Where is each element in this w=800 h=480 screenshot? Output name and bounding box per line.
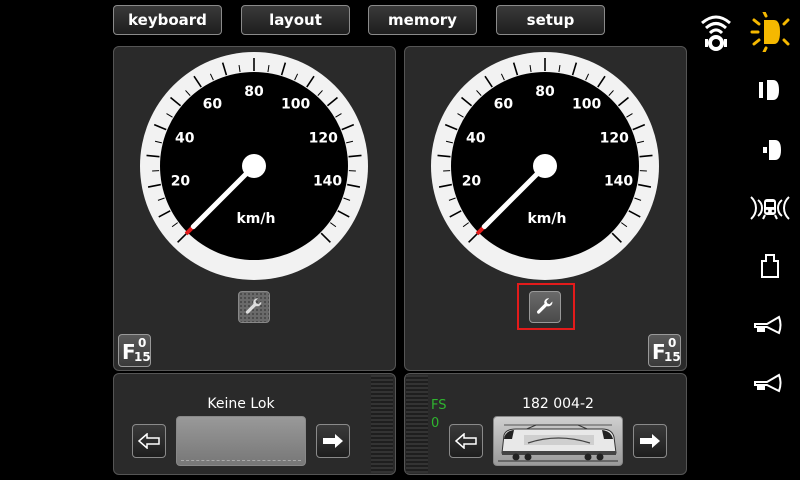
arrow-right-icon	[640, 434, 660, 448]
wrench-icon	[245, 298, 262, 314]
right-loco-name: 182 004-2	[522, 396, 594, 412]
sound-toggle[interactable]	[746, 188, 794, 228]
layout-button[interactable]: layout	[241, 5, 350, 35]
fs-label: FS	[431, 398, 447, 413]
right-loco-next-button[interactable]	[633, 424, 667, 458]
rear-light-toggle[interactable]	[750, 132, 794, 168]
gauge-tick-label: 120	[309, 130, 338, 146]
left-loco-prev-button[interactable]	[132, 424, 166, 458]
arrow-right-icon	[323, 434, 343, 448]
arrow-left-icon	[455, 433, 477, 449]
f-range-start: 0	[138, 336, 147, 350]
keyboard-button[interactable]: keyboard	[113, 5, 222, 35]
coupler-toggle[interactable]	[750, 248, 790, 284]
gauge-tick-label: 80	[244, 84, 264, 100]
horn-low-toggle[interactable]	[746, 366, 790, 400]
left-speed-meter	[371, 375, 393, 473]
gauge-unit-label: km/h	[528, 211, 567, 227]
light-toggle[interactable]	[748, 12, 792, 52]
right-speed-meter	[406, 375, 428, 473]
gauge-tick-label: 40	[466, 130, 486, 146]
f-range-start: 0	[668, 336, 677, 350]
right-loco-image[interactable]	[493, 416, 623, 466]
left-speedometer: 20 40 60 80 100 120 140 km/h	[140, 52, 368, 280]
gauge-tick-label: 140	[313, 174, 342, 190]
sound-icon	[750, 196, 790, 220]
f-range-end: 15	[134, 350, 151, 364]
right-loco-prev-button[interactable]	[449, 424, 483, 458]
gauge-tick-label: 20	[462, 174, 482, 190]
horn-high-toggle[interactable]	[746, 308, 790, 342]
locomotive-icon	[498, 424, 618, 462]
headlight-toggle[interactable]	[748, 72, 792, 108]
right-function-keys-button[interactable]: F 0 15	[648, 334, 681, 367]
left-loco-next-button[interactable]	[316, 424, 350, 458]
gauge-unit-label: km/h	[237, 211, 276, 227]
gauge-tick-label: 100	[281, 97, 310, 113]
f-range-end: 15	[664, 350, 681, 364]
setup-button[interactable]: setup	[496, 5, 605, 35]
horn-high-icon	[754, 315, 782, 335]
gauge-tick-label: 120	[600, 130, 629, 146]
right-speedometer: 20 40 60 80 100 120 140 km/h	[431, 52, 659, 280]
gauge-tick-label: 60	[203, 97, 223, 113]
gauge-tick-label: 60	[494, 97, 514, 113]
fs-value: 0	[431, 416, 440, 431]
wrench-icon	[536, 298, 553, 314]
right-settings-button[interactable]	[529, 291, 561, 323]
gauge-hub	[533, 154, 557, 178]
gauge-tick-label: 20	[171, 174, 191, 190]
gauge-tick-label: 40	[175, 130, 195, 146]
gauge-tick-label: 100	[572, 97, 601, 113]
wifi-icon	[701, 15, 731, 51]
wifi-status-button[interactable]	[694, 10, 738, 54]
light-icon	[750, 12, 790, 52]
left-loco-image-empty[interactable]	[176, 416, 306, 466]
left-function-keys-button[interactable]: F 0 15	[118, 334, 151, 367]
gauge-tick-label: 140	[604, 174, 633, 190]
arrow-left-icon	[138, 433, 160, 449]
left-loco-name: Keine Lok	[207, 396, 275, 412]
horn-low-icon	[754, 373, 782, 393]
gauge-hub	[242, 154, 266, 178]
left-settings-button[interactable]	[238, 291, 270, 323]
coupler-icon	[761, 254, 779, 278]
gauge-tick-label: 80	[535, 84, 555, 100]
memory-button[interactable]: memory	[368, 5, 477, 35]
headlight-icon	[759, 80, 779, 100]
rear-light-icon	[763, 140, 781, 160]
